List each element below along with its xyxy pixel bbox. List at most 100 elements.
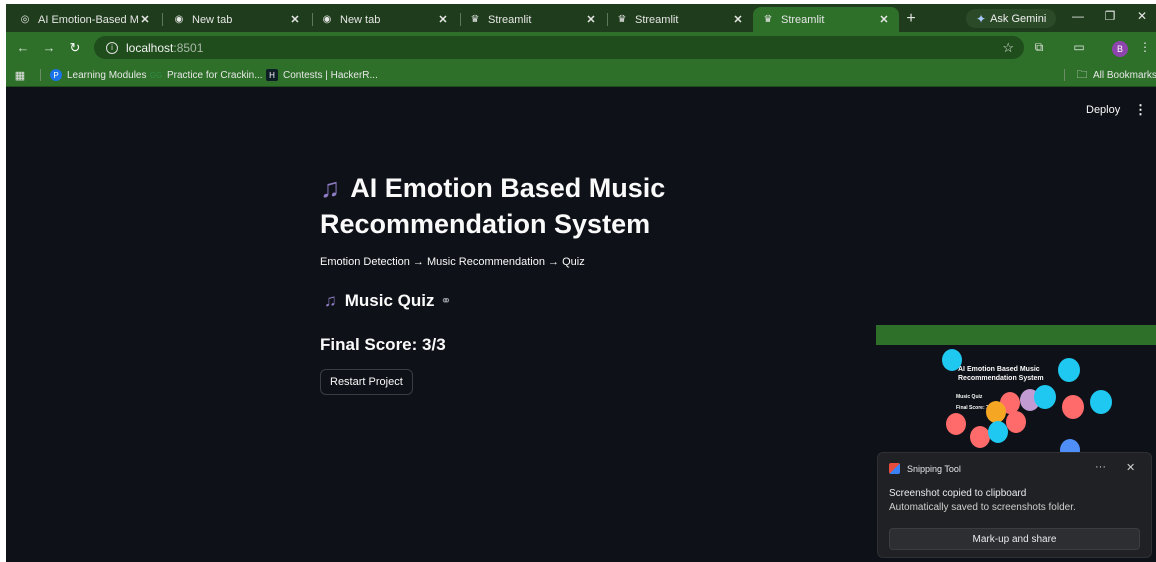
preview-browser-bar bbox=[876, 325, 1156, 345]
notification-detail: Automatically saved to screenshots folde… bbox=[889, 502, 1076, 513]
tab-4[interactable]: ♛ Streamlit ✕ bbox=[460, 7, 606, 32]
profile-avatar[interactable]: B bbox=[1112, 41, 1128, 57]
balloon bbox=[1062, 395, 1084, 419]
markup-and-share-button[interactable]: Mark-up and share bbox=[889, 528, 1140, 550]
balloon bbox=[970, 426, 990, 448]
reading-mode-icon[interactable]: ▭ bbox=[1070, 40, 1088, 54]
address-bar[interactable]: i localhost :8501 ☆ bbox=[94, 36, 1024, 59]
tab-title: New tab bbox=[192, 13, 233, 26]
tab-title: Streamlit bbox=[781, 13, 825, 26]
anchor-link-icon[interactable]: ⚭ bbox=[440, 293, 451, 309]
streamlit-crown-icon: ♛ bbox=[470, 14, 480, 25]
notification-message: Screenshot copied to clipboard bbox=[889, 488, 1027, 499]
music-note-icon: ♫ bbox=[320, 173, 341, 203]
bookmark-practice[interactable]: GG Practice for Crackin... bbox=[150, 67, 263, 83]
tab-3[interactable]: ◉ New tab ✕ bbox=[312, 7, 458, 32]
bookmark-separator bbox=[40, 69, 41, 81]
minimize-icon[interactable]: — bbox=[1068, 9, 1088, 23]
bookmark-label: Learning Modules bbox=[67, 69, 147, 81]
ask-gemini-button[interactable]: ✦ Ask Gemini bbox=[966, 9, 1057, 28]
tab-strip: ◎ AI Emotion-Based Musi ✕ ◉ New tab ✕ ◉ … bbox=[6, 4, 1156, 32]
bookmark-label: Contests | HackerR... bbox=[283, 69, 378, 81]
apps-grid-icon[interactable]: ▦ bbox=[14, 67, 31, 83]
tab-1[interactable]: ◎ AI Emotion-Based Musi ✕ bbox=[10, 7, 160, 32]
balloon bbox=[1090, 390, 1112, 414]
chrome-icon: ◉ bbox=[174, 14, 184, 25]
window-close-icon[interactable]: ✕ bbox=[1132, 9, 1152, 23]
restart-project-button[interactable]: Restart Project bbox=[320, 369, 413, 395]
close-icon[interactable]: ✕ bbox=[731, 13, 745, 27]
balloon bbox=[986, 401, 1006, 423]
tab-2[interactable]: ◉ New tab ✕ bbox=[164, 7, 310, 32]
snipping-tool-notification: Snipping Tool ··· ✕ Screenshot copied to… bbox=[877, 452, 1152, 558]
extensions-icon[interactable]: ⧉ bbox=[1030, 40, 1048, 55]
close-icon[interactable]: ✕ bbox=[877, 13, 891, 27]
bookmark-separator bbox=[1064, 69, 1065, 81]
restore-icon[interactable]: ❐ bbox=[1100, 9, 1120, 23]
gemini-label: Ask Gemini bbox=[990, 12, 1047, 25]
forward-icon[interactable]: → bbox=[40, 40, 58, 55]
chrome-circle-icon: ◎ bbox=[20, 14, 30, 25]
balloon bbox=[1006, 411, 1026, 433]
final-score: Final Score: 3/3 bbox=[320, 335, 446, 354]
hackerrank-icon: H bbox=[266, 69, 278, 81]
screenshot-preview[interactable]: AI Emotion Based Music Recommendation Sy… bbox=[876, 325, 1156, 452]
tab-title: Streamlit bbox=[488, 13, 532, 26]
url-host: localhost bbox=[126, 40, 174, 55]
p-icon: P bbox=[50, 69, 62, 81]
tab-title: Streamlit bbox=[635, 13, 679, 26]
balloon bbox=[1034, 385, 1056, 409]
all-bookmarks-label: All Bookmarks bbox=[1093, 69, 1156, 81]
back-icon[interactable]: ← bbox=[14, 40, 32, 55]
balloon bbox=[1060, 439, 1080, 452]
balloon bbox=[946, 413, 966, 435]
quiz-heading: ♫ Music Quiz ⚭ bbox=[324, 291, 451, 311]
app-page: Deploy ⋮ ♫ AI Emotion Based Music Recomme… bbox=[6, 88, 1156, 562]
reload-icon[interactable]: ↻ bbox=[66, 40, 84, 56]
tab-separator bbox=[162, 13, 163, 26]
tab-6-active[interactable]: ♛ Streamlit ✕ bbox=[753, 7, 899, 32]
tab-title: AI Emotion-Based Musi bbox=[38, 13, 138, 26]
browser-menu-icon[interactable]: ⋮ bbox=[1136, 40, 1154, 54]
toolbar: ← → ↻ i localhost :8501 ☆ ⧉ ▭ B ⋮ bbox=[6, 32, 1156, 63]
bookmark-contests[interactable]: H Contests | HackerR... bbox=[266, 67, 378, 83]
close-icon[interactable]: ✕ bbox=[584, 13, 598, 27]
browser-window: ◎ AI Emotion-Based Musi ✕ ◉ New tab ✕ ◉ … bbox=[6, 4, 1156, 562]
quiz-heading-text: Music Quiz bbox=[344, 291, 435, 310]
bookmark-star-icon[interactable]: ☆ bbox=[1002, 40, 1014, 56]
bookmark-label: Practice for Crackin... bbox=[167, 69, 263, 81]
balloon bbox=[942, 349, 962, 371]
snipping-tool-icon bbox=[889, 463, 900, 474]
deploy-button[interactable]: Deploy bbox=[1086, 104, 1120, 116]
tab-title: New tab bbox=[340, 13, 381, 26]
all-bookmarks-button[interactable]: 🗀 All Bookmarks bbox=[1076, 67, 1156, 83]
page-title-text: AI Emotion Based Music Recommendation Sy… bbox=[320, 173, 666, 239]
gfg-icon: GG bbox=[149, 70, 163, 80]
chrome-icon: ◉ bbox=[322, 14, 332, 25]
url-port: :8501 bbox=[173, 40, 204, 55]
page-subtitle: Emotion Detection → Music Recommendation… bbox=[320, 256, 585, 268]
streamlit-crown-icon: ♛ bbox=[763, 14, 773, 25]
preview-quiz: Music Quiz bbox=[956, 394, 983, 400]
balloon bbox=[1058, 358, 1080, 382]
notification-app: Snipping Tool bbox=[889, 463, 961, 474]
new-tab-button[interactable]: + bbox=[902, 10, 920, 28]
notification-app-name: Snipping Tool bbox=[907, 463, 961, 474]
close-icon[interactable]: ✕ bbox=[138, 13, 152, 27]
folder-icon: 🗀 bbox=[1076, 68, 1088, 81]
bookmarks-bar: ▦ P Learning Modules GG Practice for Cra… bbox=[6, 63, 1156, 87]
music-note-icon: ♫ bbox=[324, 291, 337, 310]
tab-5[interactable]: ♛ Streamlit ✕ bbox=[607, 7, 753, 32]
close-icon[interactable]: ✕ bbox=[1126, 461, 1135, 474]
site-info-icon[interactable]: i bbox=[106, 41, 118, 54]
app-menu-icon[interactable]: ⋮ bbox=[1134, 102, 1147, 118]
close-icon[interactable]: ✕ bbox=[436, 13, 450, 27]
gemini-sparkle-icon: ✦ bbox=[976, 11, 987, 26]
preview-score: Final Score: 3 bbox=[956, 405, 989, 411]
more-options-icon[interactable]: ··· bbox=[1095, 461, 1106, 473]
close-icon[interactable]: ✕ bbox=[288, 13, 302, 27]
balloon bbox=[988, 421, 1008, 443]
streamlit-crown-icon: ♛ bbox=[617, 14, 627, 25]
preview-title: AI Emotion Based Music Recommendation Sy… bbox=[958, 366, 1044, 382]
bookmark-learning-modules[interactable]: P Learning Modules bbox=[50, 67, 147, 83]
